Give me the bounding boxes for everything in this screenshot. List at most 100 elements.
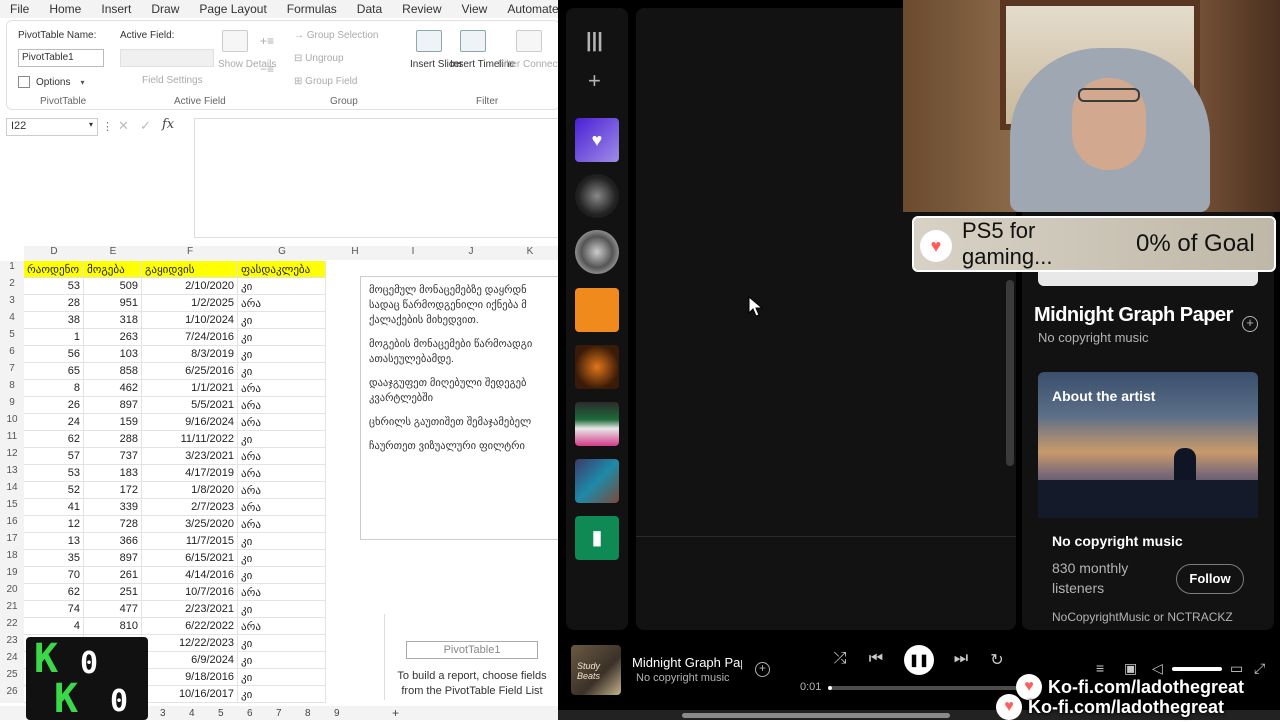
menu-review[interactable]: Review (392, 2, 451, 16)
table-cell[interactable]: 9/18/2016 (142, 669, 238, 686)
album-art[interactable]: Study Beats (571, 645, 621, 695)
table-cell[interactable]: 24 (24, 414, 84, 431)
plus-icon[interactable]: + (588, 68, 601, 94)
table-cell[interactable]: არა (238, 584, 326, 601)
table-cell[interactable]: 951 (84, 295, 142, 312)
row-header[interactable]: 8 (0, 380, 24, 397)
row-header[interactable]: 19 (0, 567, 24, 584)
table-cell[interactable]: 462 (84, 380, 142, 397)
column-header-e[interactable]: E (84, 246, 142, 260)
header-cell[interactable]: გაყიდვის (142, 261, 238, 278)
table-cell[interactable]: 53 (24, 465, 84, 482)
table-cell[interactable]: 3/25/2020 (142, 516, 238, 533)
enter-icon[interactable]: ✓ (140, 118, 151, 134)
fullscreen-icon[interactable]: ⤢ (1254, 660, 1265, 677)
row-header[interactable]: 18 (0, 550, 24, 567)
column-header-h[interactable]: H (326, 246, 384, 260)
pivottable-name-input[interactable]: PivotTable1 (18, 49, 104, 67)
add-sheet-button[interactable]: + (392, 706, 399, 720)
row-header[interactable]: 3 (0, 295, 24, 312)
menu-view[interactable]: View (452, 2, 498, 16)
menu-data[interactable]: Data (347, 2, 392, 16)
table-cell[interactable]: 2/23/2021 (142, 601, 238, 618)
table-cell[interactable]: 2/10/2020 (142, 278, 238, 295)
header-cell[interactable]: ფასდაკლება (238, 261, 326, 278)
row-header[interactable]: 10 (0, 414, 24, 431)
row-header[interactable]: 5 (0, 329, 24, 346)
playlist-cover-icon[interactable] (575, 345, 619, 389)
menu-formulas[interactable]: Formulas (277, 2, 347, 16)
row-header[interactable]: 9 (0, 397, 24, 414)
row-header[interactable]: 11 (0, 431, 24, 448)
table-cell[interactable]: 159 (84, 414, 142, 431)
now-playing-artist[interactable]: No copyright music (636, 672, 730, 684)
row-header[interactable]: 21 (0, 601, 24, 618)
sheet-tab[interactable]: 3 (160, 708, 166, 719)
pause-button[interactable]: ❚❚ (904, 645, 934, 675)
row-header[interactable]: 22 (0, 618, 24, 635)
table-cell[interactable]: 10/7/2016 (142, 584, 238, 601)
repeat-icon[interactable]: ↻ (987, 650, 1007, 670)
table-cell[interactable]: 4/17/2019 (142, 465, 238, 482)
table-cell[interactable]: კი (238, 601, 326, 618)
table-cell[interactable]: 9/16/2024 (142, 414, 238, 431)
table-cell[interactable]: 251 (84, 584, 142, 601)
shuffle-icon[interactable]: ⤮ (830, 650, 850, 668)
table-cell[interactable]: არა (238, 499, 326, 516)
table-cell[interactable]: 26 (24, 397, 84, 414)
row-header[interactable]: 15 (0, 499, 24, 516)
library-icon[interactable]: ||| (586, 30, 603, 53)
sheet-tab[interactable]: 6 (247, 708, 253, 719)
main-scrollbar[interactable] (1006, 280, 1014, 466)
header-cell[interactable]: მოგება (84, 261, 142, 278)
row-header[interactable]: 7 (0, 363, 24, 380)
table-cell[interactable]: არა (238, 482, 326, 499)
name-box[interactable]: I22 ▾ (6, 118, 98, 136)
group-field-button[interactable]: ⊞ Group Field (294, 76, 357, 87)
row-header[interactable]: 25 (0, 669, 24, 686)
menu-home[interactable]: Home (39, 2, 91, 16)
table-cell[interactable]: 1 (24, 329, 84, 346)
table-cell[interactable]: 1/2/2025 (142, 295, 238, 312)
table-cell[interactable]: კი (238, 686, 326, 703)
menu-automate[interactable]: Automate (497, 2, 560, 16)
table-cell[interactable]: 366 (84, 533, 142, 550)
show-details-button[interactable]: Show Details (218, 58, 276, 72)
table-cell[interactable]: 11/7/2015 (142, 533, 238, 550)
sheet-tab[interactable]: 7 (276, 708, 282, 719)
table-cell[interactable]: 41 (24, 499, 84, 516)
table-cell[interactable]: კი (238, 431, 326, 448)
playlist-cover-icon[interactable] (575, 402, 619, 446)
table-cell[interactable]: 74 (24, 601, 84, 618)
row-header[interactable]: 4 (0, 312, 24, 329)
add-to-library-button[interactable]: + (1242, 316, 1258, 332)
table-cell[interactable]: 6/25/2016 (142, 363, 238, 380)
table-cell[interactable]: 6/9/2024 (142, 652, 238, 669)
song-artist[interactable]: No copyright music (1038, 330, 1149, 345)
expand-field-icon[interactable]: +≡ (260, 34, 274, 48)
table-cell[interactable]: 1/8/2020 (142, 482, 238, 499)
table-cell[interactable]: კი (238, 312, 326, 329)
instructions-textbox[interactable]: მოცემულ მონაცემებზე დაყრდნ სადაც წარმოდგ… (360, 276, 560, 540)
add-to-liked-button[interactable]: + (755, 662, 770, 677)
table-cell[interactable]: 103 (84, 346, 142, 363)
table-cell[interactable]: 28 (24, 295, 84, 312)
field-settings-button[interactable]: Field Settings (124, 75, 203, 86)
sheet-tab[interactable]: 4 (189, 708, 195, 719)
progress-bar[interactable] (828, 686, 1018, 690)
table-cell[interactable]: კი (238, 635, 326, 652)
formula-input[interactable] (194, 118, 560, 238)
table-cell[interactable]: 70 (24, 567, 84, 584)
table-cell[interactable]: 62 (24, 584, 84, 601)
table-cell[interactable]: 8 (24, 380, 84, 397)
active-field-input[interactable] (120, 49, 214, 67)
table-cell[interactable]: 1/10/2024 (142, 312, 238, 329)
column-header-j[interactable]: J (442, 246, 500, 260)
row-header[interactable]: 12 (0, 448, 24, 465)
liked-songs-icon[interactable]: ♥ (575, 118, 619, 162)
table-cell[interactable]: 477 (84, 601, 142, 618)
now-playing-title[interactable]: Midnight Graph Paper (632, 655, 742, 670)
insert-timeline-button[interactable]: Insert Timeline (450, 58, 515, 72)
row-header[interactable]: 2 (0, 278, 24, 295)
table-cell[interactable]: კი (238, 567, 326, 584)
